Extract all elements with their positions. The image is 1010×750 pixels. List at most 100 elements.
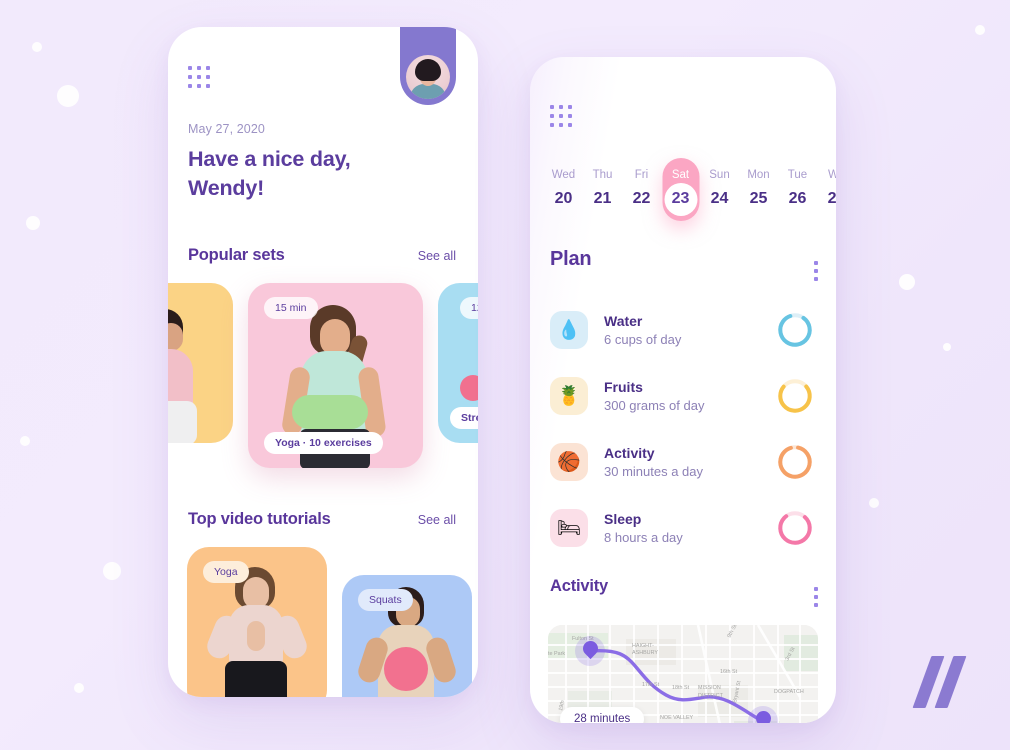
phone-screen-home: May 27, 2020 Have a nice day, Wendy! Pop… <box>168 27 478 697</box>
decor-dot <box>74 683 84 693</box>
plan-item-glyph: 💧 <box>557 320 581 341</box>
popular-set-card[interactable] <box>168 283 233 444</box>
tutorial-card-label: Squats <box>358 589 413 612</box>
activity-header: Activity <box>550 577 822 611</box>
plan-list-item[interactable]: 💧 Water 6 cups of day <box>530 297 836 363</box>
calendar-weekday: Sun <box>709 169 730 181</box>
calendar-weekday: Wed <box>551 169 576 181</box>
greeting-line-2: Wendy! <box>188 175 265 200</box>
plan-item-glyph: 🏀 <box>557 452 581 473</box>
current-date: May 27, 2020 <box>188 122 265 136</box>
pineapple-icon: 🍍 <box>550 377 588 415</box>
greeting-line-1: Have a nice day, <box>188 147 351 171</box>
kebab-menu-icon[interactable] <box>810 583 822 611</box>
page-title: Have a nice day, Wendy! <box>188 145 478 202</box>
plan-item-glyph: 🛏 <box>556 518 582 539</box>
map-pin-start[interactable] <box>575 636 605 666</box>
calendar-day[interactable]: Thu 21 <box>583 169 622 208</box>
water-drop-icon: 💧 <box>550 311 588 349</box>
plan-list-item[interactable]: 🍍 Fruits 300 grams of day <box>530 363 836 429</box>
svg-text:DISTRICT: DISTRICT <box>698 693 724 699</box>
popular-sets-see-all[interactable]: See all <box>418 249 456 263</box>
grid-menu-icon[interactable] <box>550 105 572 127</box>
decor-dot <box>20 436 30 446</box>
plan-list-item[interactable]: 🏀 Activity 30 minutes a day <box>530 429 836 495</box>
calendar-strip[interactable]: Wed 20 Thu 21 Fri 22 Sat 23 Sun 24 Mon 2… <box>530 158 836 221</box>
activity-title: Activity <box>550 577 609 595</box>
svg-text:DOGPATCH: DOGPATCH <box>774 689 804 695</box>
calendar-weekday: Tue <box>787 169 808 181</box>
calendar-date: 25 <box>749 190 768 207</box>
grid-menu-icon[interactable] <box>188 66 210 88</box>
decor-dot <box>975 25 985 35</box>
tutorials-title: Top video tutorials <box>188 510 331 529</box>
decor-dot <box>57 85 79 107</box>
progress-ring <box>778 445 812 479</box>
plan-title: Plan <box>550 248 592 270</box>
tutorial-card[interactable]: Yoga <box>187 547 327 697</box>
plan-header: Plan <box>550 248 822 285</box>
calendar-day[interactable]: Fri 22 <box>622 169 661 208</box>
calendar-date: 26 <box>788 190 807 207</box>
popular-sets-title: Popular sets <box>188 246 285 265</box>
popular-sets-header: Popular sets See all <box>188 246 456 265</box>
decor-dot <box>103 562 121 580</box>
tutorials-carousel[interactable]: Yoga Squats <box>187 547 478 697</box>
calendar-day[interactable]: Mon 25 <box>739 169 778 208</box>
calendar-weekday: Thu <box>592 169 613 181</box>
svg-text:NOE VALLEY: NOE VALLEY <box>660 715 694 721</box>
calendar-day[interactable]: Sun 24 <box>700 169 739 208</box>
route-duration-label: 28 minutes <box>560 707 645 723</box>
phone-screen-plan: Wed 20 Thu 21 Fri 22 Sat 23 Sun 24 Mon 2… <box>530 57 836 723</box>
tutorial-card[interactable]: Squats <box>342 575 472 697</box>
avatar[interactable] <box>400 27 456 105</box>
svg-text:17th St: 17th St <box>642 682 660 688</box>
plan-item-sub: 30 minutes a day <box>604 464 704 479</box>
canvas: May 27, 2020 Have a nice day, Wendy! Pop… <box>0 0 1010 750</box>
svg-text:MISSION: MISSION <box>698 685 721 691</box>
plan-list-item[interactable]: 🛏 Sleep 8 hours a day <box>530 495 836 561</box>
popular-set-card[interactable]: 12 min Stretching <box>438 283 478 444</box>
calendar-date: 27 <box>827 190 836 207</box>
plan-list: 💧 Water 6 cups of day 🍍 Fruits 300 grams… <box>530 297 836 561</box>
calendar-date: 22 <box>632 190 651 207</box>
plan-item-name: Activity <box>604 445 655 461</box>
calendar-weekday: Mon <box>747 169 770 181</box>
bed-icon: 🛏 <box>550 509 588 547</box>
progress-ring <box>778 313 812 347</box>
decor-dot <box>943 343 951 351</box>
calendar-day-selected[interactable]: Sat 23 <box>661 158 700 221</box>
progress-ring <box>778 511 812 545</box>
tutorials-header: Top video tutorials See all <box>188 510 456 529</box>
popular-sets-carousel[interactable]: 15 min Yoga · 10 exercises 12 min Stretc… <box>168 283 478 469</box>
svg-text:te Park: te Park <box>548 651 565 657</box>
set-card-label: Yoga · 10 exercises <box>264 432 383 455</box>
popular-set-card-active[interactable]: 15 min Yoga · 10 exercises <box>248 283 423 469</box>
calendar-day[interactable]: We 27 <box>817 169 836 208</box>
svg-text:ASHBURY: ASHBURY <box>632 650 658 656</box>
left-header <box>168 27 478 105</box>
calendar-day[interactable]: Tue 26 <box>778 169 817 208</box>
plan-item-name: Fruits <box>604 379 643 395</box>
tutorials-see-all[interactable]: See all <box>418 513 456 527</box>
decor-dot <box>869 498 879 508</box>
set-card-duration: 15 min <box>264 297 318 320</box>
calendar-day[interactable]: Wed 20 <box>544 169 583 208</box>
right-header <box>530 57 836 127</box>
svg-text:18th St: 18th St <box>672 685 690 691</box>
plan-item-sub: 8 hours a day <box>604 530 683 545</box>
double-slash-logo <box>912 656 972 708</box>
avatar-photo <box>406 55 450 99</box>
activity-map[interactable]: Fulton St HAIGHT- ASHBURY 17th St 18th S… <box>548 625 818 723</box>
set-card-label: Stretching <box>450 407 478 430</box>
decor-dot <box>32 42 42 52</box>
kebab-menu-icon[interactable] <box>810 257 822 285</box>
basketball-icon: 🏀 <box>550 443 588 481</box>
calendar-date: 24 <box>710 190 729 207</box>
tutorial-card-label: Yoga <box>203 561 249 584</box>
calendar-weekday: Sat <box>671 169 690 181</box>
decor-dot <box>26 216 40 230</box>
plan-item-name: Sleep <box>604 511 642 527</box>
plan-item-name: Water <box>604 313 643 329</box>
svg-text:HAIGHT-: HAIGHT- <box>632 643 654 649</box>
